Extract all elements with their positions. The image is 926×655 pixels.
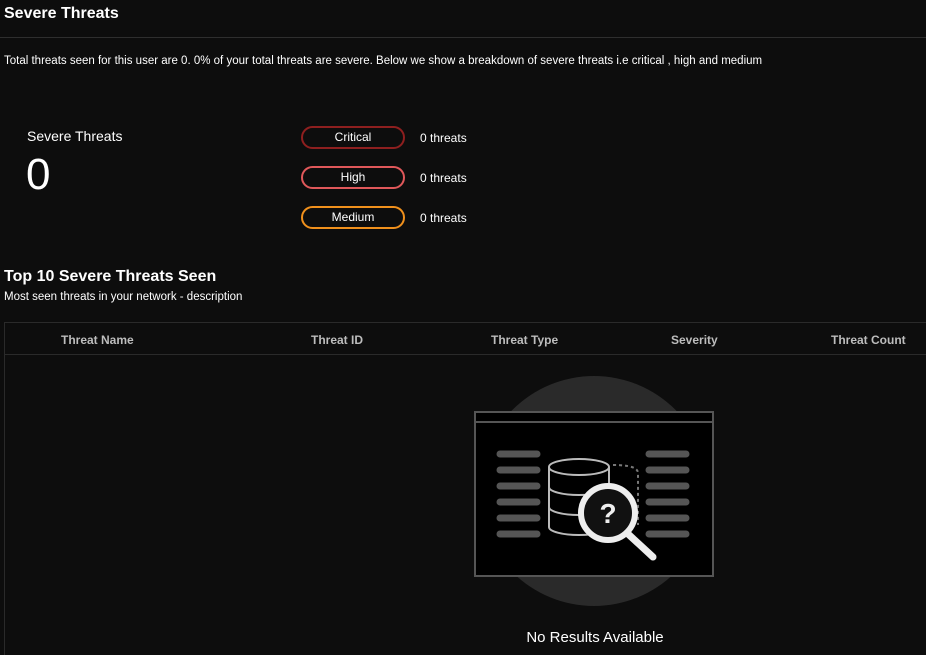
col-threat-type[interactable]: Threat Type xyxy=(491,333,558,347)
severe-threats-count: 0 xyxy=(26,150,51,199)
col-threat-name[interactable]: Threat Name xyxy=(61,333,134,347)
critical-badge[interactable]: Critical xyxy=(301,126,405,149)
svg-text:?: ? xyxy=(599,498,616,529)
medium-count: 0 threats xyxy=(420,211,467,225)
high-count: 0 threats xyxy=(420,171,467,185)
section-title: Top 10 Severe Threats Seen xyxy=(4,268,217,285)
critical-count: 0 threats xyxy=(420,131,467,145)
severe-threats-label: Severe Threats xyxy=(27,128,123,144)
col-severity[interactable]: Severity xyxy=(671,333,718,347)
description: Total threats seen for this user are 0. … xyxy=(4,55,763,67)
col-threat-id[interactable]: Threat ID xyxy=(311,333,363,347)
empty-state-text: No Results Available xyxy=(526,629,664,646)
section-subtitle: Most seen threats in your network - desc… xyxy=(4,291,243,303)
high-badge[interactable]: High xyxy=(301,166,405,189)
col-threat-count[interactable]: Threat Count xyxy=(831,333,906,347)
page-title: Severe Threats xyxy=(4,5,119,22)
divider xyxy=(0,37,926,38)
table-header: Threat Name Threat ID Threat Type Severi… xyxy=(5,323,926,355)
no-results-illustration-icon: ? xyxy=(474,376,714,606)
medium-badge[interactable]: Medium xyxy=(301,206,405,229)
